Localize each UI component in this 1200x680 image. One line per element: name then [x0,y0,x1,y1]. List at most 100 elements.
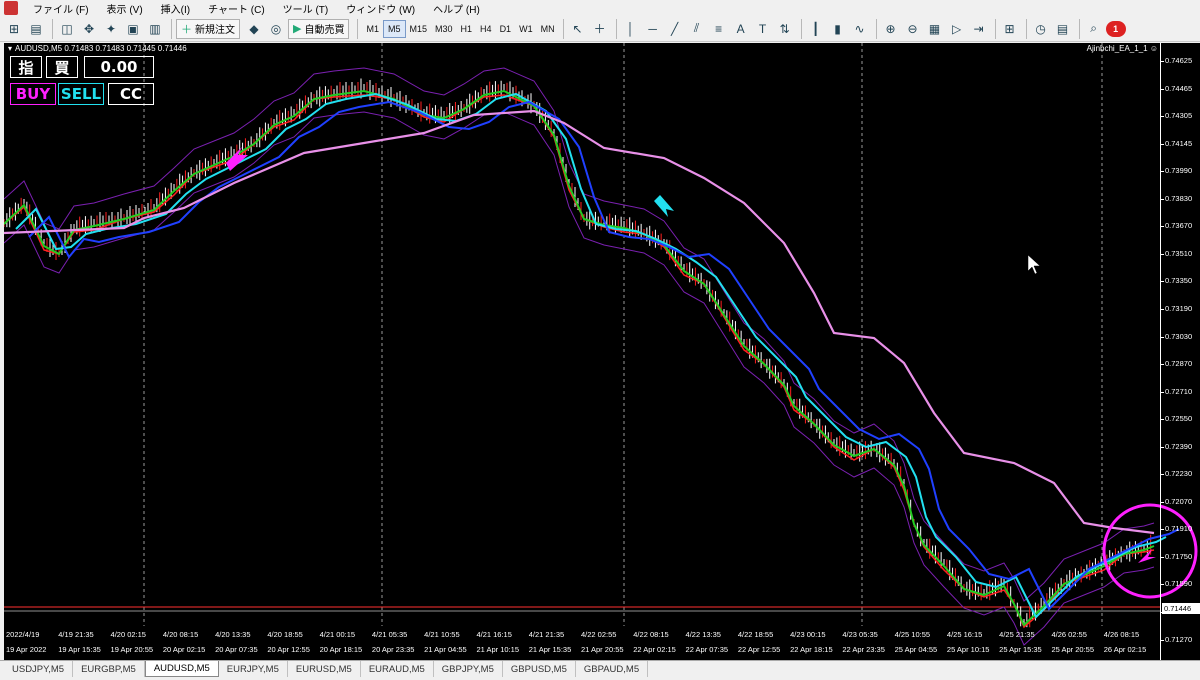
templates-icon[interactable]: ▤ [1053,19,1073,39]
mouse-cursor [1027,254,1041,275]
ea-name-label: Ajinbchi_EA_1_1 ☺ [1086,44,1158,53]
new-order-icon: ＋ [181,23,192,36]
navigator-icon[interactable]: ✦ [101,19,121,39]
price-tick [1161,116,1164,118]
zoom-out-icon[interactable]: ⊖ [903,19,923,39]
sell-button[interactable]: SELL [58,83,104,105]
timeframe-m5-button[interactable]: M5 [382,19,406,38]
symbol-tab[interactable]: EURAUD,M5 [361,661,434,677]
indicators-icon[interactable]: ⊞ [1000,19,1020,39]
timeframe-mn-button[interactable]: MN [537,20,559,38]
tile-windows-icon[interactable]: ▦ [925,19,945,39]
horizontal-line-icon[interactable]: ─ [643,19,663,39]
menu-item[interactable]: ファイル (F) [24,1,98,16]
profiles-icon[interactable]: ▤ [26,19,46,39]
auto-trade-button[interactable]: ▶ 自動売買 [288,18,350,39]
menu-item[interactable]: 挿入(I) [152,1,199,16]
lot-value-display[interactable]: 0.00 [84,56,154,78]
price-label: 0.74625 [1165,56,1193,65]
candle-chart-icon[interactable]: ▮ [828,19,848,39]
new-chart-icon[interactable]: ⊞ [4,19,24,39]
session-label: 4/20 18:55 [267,630,303,639]
session-label: 4/21 05:35 [371,630,408,639]
session-label: 2022/4/19 [6,630,40,639]
cursor-icon[interactable]: ↖ [568,19,588,39]
close-all-button[interactable]: CC [108,83,154,105]
price-tick [1161,364,1164,366]
menu-item[interactable]: ウィンドウ (W) [337,1,424,16]
chart-header: ▾ AUDUSD,M5 0.71483 0.71483 0.71445 0.714… [8,44,187,53]
time-label: 25 Apr 20:55 [1051,645,1094,654]
symbol-tab[interactable]: GBPAUD,M5 [576,661,649,677]
symbol-tab[interactable]: EURUSD,M5 [288,661,361,677]
buy-kanji-button[interactable]: 買 [46,56,78,78]
menu-item[interactable]: 表示 (V) [98,1,152,16]
auto-trade-icon: ▶ [293,23,302,35]
price-label: 0.72550 [1165,414,1193,424]
price-axis[interactable]: 0.74625 0.74465 0.74305 0.74145 0.73990 0.738… [1160,43,1200,660]
time-label: 20 Apr 12:55 [267,645,310,654]
menu-item[interactable]: ヘルプ (H) [424,1,489,16]
globe-icon[interactable]: ◎ [266,19,286,39]
crosshair-icon[interactable]: ＋ [590,19,610,39]
timeframe-w1-button[interactable]: W1 [515,20,537,38]
price-label: 0.72710 [1165,386,1193,396]
session-label: 4/26 08:15 [1103,630,1140,639]
session-label: 4/19 21:35 [58,630,94,639]
timeframe-m15-button[interactable]: M15 [406,20,432,38]
metaeditor-icon[interactable]: ◆ [244,19,264,39]
symbol-tab[interactable]: GBPJPY,M5 [434,661,503,677]
vertical-line-icon[interactable]: │ [621,19,641,39]
price-tick [1161,143,1164,145]
market-watch-icon[interactable]: ◫ [57,19,77,39]
session-label: 4/22 08:15 [633,630,669,639]
terminal-icon[interactable]: ▣ [123,19,143,39]
price-label: 0.71590 [1165,579,1193,589]
session-label: 4/21 21:35 [528,630,565,639]
timeframe-h1-button[interactable]: H1 [457,20,477,38]
time-label: 21 Apr 20:55 [581,645,624,654]
price-tick [1161,556,1164,558]
shapes-icon[interactable]: ⇅ [775,19,795,39]
periods-icon[interactable]: ◷ [1031,19,1051,39]
fibonacci-icon[interactable]: ≡ [709,19,729,39]
alert-badge[interactable]: 1 [1105,20,1126,37]
bar-chart-icon[interactable]: ┃ [806,19,826,39]
main-toolbar: ⊞ ▤ ◫ ✥ ✦ ▣ ▥ ＋新規注文 ◆ ◎ ▶ 自動売買 M1 M5 M15 M30… [0,16,1200,42]
session-label: 4/25 21:35 [999,630,1035,639]
timeframe-h4-button[interactable]: H4 [476,20,496,38]
menu-bar: ファイル (F) 表示 (V) 挿入(I) チャート (C) ツール (T) ウィンドウ … [0,0,1200,16]
ma-blue-line [28,100,1180,611]
timeframe-d1-button[interactable]: D1 [496,20,516,38]
line-chart-icon[interactable]: ∿ [850,19,870,39]
menu-item[interactable]: ツール (T) [274,1,338,16]
search-icon[interactable]: ⌕ [1084,19,1104,39]
channel-icon[interactable]: ⫽ [687,19,707,39]
chart-shift-icon[interactable]: ⇥ [969,19,989,39]
time-label: 25 Apr 10:15 [946,645,990,654]
buy-button[interactable]: BUY [10,83,56,105]
label-icon[interactable]: T [753,19,773,39]
text-icon[interactable]: A [731,19,751,39]
zoom-in-icon[interactable]: ⊕ [881,19,901,39]
menu-item[interactable]: チャート (C) [199,1,274,16]
symbol-tab[interactable]: USDJPY,M5 [4,661,74,677]
trendline-icon[interactable]: ╱ [665,19,685,39]
symbol-tab[interactable]: AUDUSD,M5 [144,661,219,677]
autoscroll-icon[interactable]: ▷ [947,19,967,39]
time-label: 21 Apr 04:55 [424,645,467,654]
price-tick [1161,391,1164,393]
symbol-tab[interactable]: EURJPY,M5 [219,661,288,677]
data-window-icon[interactable]: ✥ [79,19,99,39]
symbol-tab[interactable]: EURGBP,M5 [73,661,145,677]
tester-icon[interactable]: ▥ [145,19,165,39]
session-label: 4/21 16:15 [476,630,512,639]
timeframe-m1-button[interactable]: M1 [362,20,383,38]
price-chart[interactable] [4,43,1200,660]
symbol-tab[interactable]: GBPUSD,M5 [503,661,576,677]
price-label: 0.72070 [1165,496,1193,506]
limit-order-button[interactable]: 指 [10,56,42,78]
chart-window[interactable]: ▾ AUDUSD,M5 0.71483 0.71483 0.71445 0.714… [4,43,1200,660]
timeframe-m30-button[interactable]: M30 [431,20,457,38]
new-order-button[interactable]: ＋新規注文 [176,18,240,39]
